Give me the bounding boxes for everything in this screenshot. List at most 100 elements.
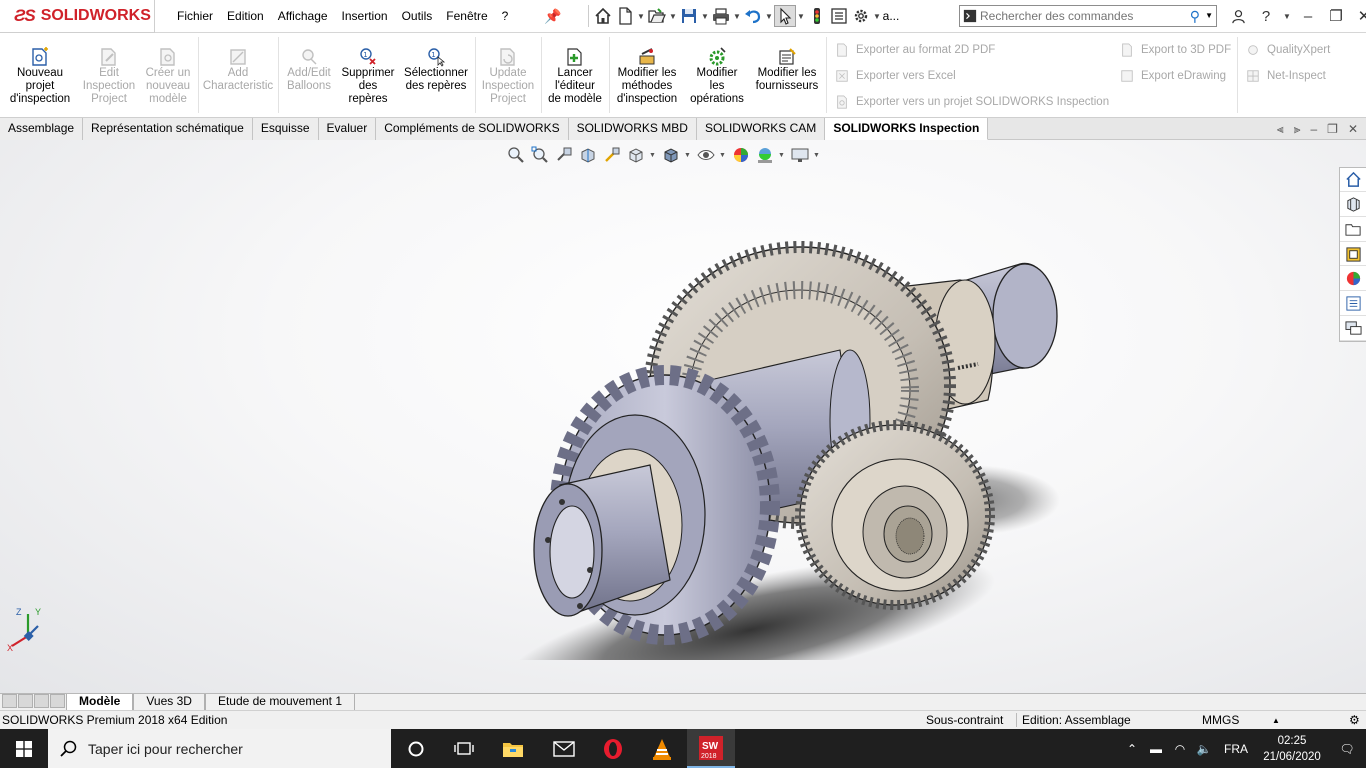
design-library-icon[interactable] xyxy=(1340,193,1366,217)
menu-fenetre[interactable]: Fenêtre xyxy=(439,0,494,33)
home-icon[interactable] xyxy=(592,5,614,27)
view-orientation-icon[interactable] xyxy=(625,145,647,165)
chevron-down-icon[interactable]: ▼ xyxy=(1205,11,1213,20)
opera-browser-icon[interactable] xyxy=(589,729,637,768)
chevron-down-icon[interactable]: ▼ xyxy=(872,12,882,21)
menu-outils[interactable]: Outils xyxy=(395,0,440,33)
edit-inspection-project-button[interactable]: Edit Inspection Project xyxy=(78,46,140,106)
file-properties-icon[interactable] xyxy=(828,5,850,27)
chevron-down-icon[interactable]: ▼ xyxy=(684,152,693,159)
minimize-icon[interactable]: – xyxy=(1310,122,1317,137)
add-edit-balloons-button[interactable]: Add/Edit Balloons xyxy=(280,46,338,93)
notifications-icon[interactable]: 🗨 xyxy=(1328,742,1366,756)
apply-scene-icon[interactable] xyxy=(754,145,776,165)
chevron-down-icon[interactable]: ▼ xyxy=(719,152,728,159)
search-input[interactable] xyxy=(980,9,1180,23)
tab-complements[interactable]: Compléments de SOLIDWORKS xyxy=(376,118,569,140)
command-search[interactable]: ⚲ ▼ xyxy=(959,5,1217,27)
search-icon[interactable]: ⚲ xyxy=(1190,8,1200,25)
create-new-template-button[interactable]: Créer un nouveau modèle xyxy=(140,46,196,106)
view-palette-icon[interactable] xyxy=(1340,243,1366,267)
chevron-down-icon[interactable]: ▼ xyxy=(796,12,806,21)
tab-representation-schematique[interactable]: Représentation schématique xyxy=(83,118,253,140)
scroll-first-button[interactable] xyxy=(2,694,17,708)
taskbar-search[interactable]: Taper ici pour rechercher xyxy=(48,729,391,768)
chevron-down-icon[interactable]: ▼ xyxy=(636,12,646,21)
export-2d-pdf-button[interactable]: Exporter au format 2D PDF xyxy=(834,42,995,58)
close-icon[interactable]: ✕ xyxy=(1352,4,1366,28)
restore-icon[interactable]: ❐ xyxy=(1324,4,1348,28)
tab-motion-study[interactable]: Etude de mouvement 1 xyxy=(204,693,356,711)
edit-operations-button[interactable]: Modifier les opérations xyxy=(686,46,748,106)
vlc-icon[interactable] xyxy=(638,729,686,768)
print-icon[interactable] xyxy=(710,5,732,27)
add-characteristic-button[interactable]: Add Characteristic xyxy=(200,46,276,93)
dynamic-annotation-icon[interactable] xyxy=(601,145,623,165)
gear-icon[interactable] xyxy=(850,5,872,27)
help-icon[interactable]: ? xyxy=(1254,4,1278,28)
chevron-down-icon[interactable]: ▼ xyxy=(668,12,678,21)
chevron-down-icon[interactable]: ▼ xyxy=(700,12,710,21)
menu-fichier[interactable]: Fichier xyxy=(170,0,220,33)
export-inspection-project-button[interactable]: Exporter vers un projet SOLIDWORKS Inspe… xyxy=(834,94,1109,110)
zoom-to-fit-icon[interactable] xyxy=(505,145,527,165)
launch-template-editor-button[interactable]: Lancer l'éditeur de modèle xyxy=(543,46,607,106)
rebuild-traffic-light-icon[interactable] xyxy=(806,5,828,27)
open-folder-icon[interactable] xyxy=(646,5,668,27)
save-icon[interactable] xyxy=(678,5,700,27)
export-excel-button[interactable]: Exporter vers Excel xyxy=(834,68,956,84)
tile-left-icon[interactable]: ⫷ xyxy=(1277,122,1284,137)
section-view-icon[interactable] xyxy=(577,145,599,165)
minimize-icon[interactable]: – xyxy=(1296,4,1320,28)
solidworks-logo[interactable]: ƧS SOLIDWORKS xyxy=(0,0,155,33)
export-3d-pdf-button[interactable]: Export to 3D PDF xyxy=(1119,42,1231,58)
file-explorer-icon[interactable] xyxy=(1340,218,1366,242)
clock[interactable]: 02:25 21/06/2020 xyxy=(1256,733,1328,765)
user-icon[interactable] xyxy=(1226,4,1250,28)
undo-icon[interactable] xyxy=(742,5,764,27)
chevron-down-icon[interactable]: ▼ xyxy=(649,152,658,159)
tab-vues-3d[interactable]: Vues 3D xyxy=(133,693,205,711)
menu-edition[interactable]: Edition xyxy=(220,0,271,33)
overflow-text[interactable]: a... xyxy=(882,5,900,27)
zoom-area-icon[interactable] xyxy=(529,145,551,165)
delete-balloons-button[interactable]: 1 Supprimer des repères xyxy=(338,46,398,106)
menu-insertion[interactable]: Insertion xyxy=(335,0,395,33)
tile-right-icon[interactable]: ⫸ xyxy=(1294,122,1301,137)
export-edrawing-button[interactable]: Export eDrawing xyxy=(1119,68,1226,84)
tab-solidworks-cam[interactable]: SOLIDWORKS CAM xyxy=(696,118,826,140)
scroll-prev-button[interactable] xyxy=(18,694,33,708)
display-style-icon[interactable] xyxy=(660,145,682,165)
cortana-icon[interactable] xyxy=(392,729,440,768)
qualityxpert-button[interactable]: QualityXpert xyxy=(1245,42,1330,58)
chevron-up-icon[interactable]: ⌃ xyxy=(1120,742,1144,756)
menu-help[interactable]: ? xyxy=(495,0,516,33)
pin-icon[interactable]: 📌 xyxy=(544,8,561,25)
edit-inspection-methods-button[interactable]: Modifier les méthodes d'inspection xyxy=(611,46,683,106)
hide-show-items-icon[interactable] xyxy=(695,145,717,165)
tab-solidworks-mbd[interactable]: SOLIDWORKS MBD xyxy=(568,118,697,140)
solidworks-resources-home-icon[interactable] xyxy=(1340,168,1366,192)
network-icon[interactable]: ▬ xyxy=(1144,742,1168,756)
tab-solidworks-inspection[interactable]: SOLIDWORKS Inspection xyxy=(825,118,989,140)
volume-icon[interactable]: 🔈 xyxy=(1192,742,1216,756)
wifi-icon[interactable]: ◠ xyxy=(1168,742,1192,756)
close-icon[interactable]: ✕ xyxy=(1348,122,1358,137)
units-selector[interactable]: MMGS xyxy=(1202,713,1239,727)
select-cursor-icon[interactable] xyxy=(774,5,796,27)
solidworks-taskbar-icon[interactable]: SW 2018 xyxy=(687,729,735,768)
graphics-area[interactable]: ▼ ▼ ▼ ▼ ▼ X Y Z xyxy=(0,140,1366,693)
scroll-next-button[interactable] xyxy=(34,694,49,708)
restore-icon[interactable]: ❐ xyxy=(1327,122,1338,137)
chevron-up-icon[interactable]: ▲ xyxy=(1272,716,1280,725)
tab-modele[interactable]: Modèle xyxy=(66,693,134,711)
chevron-down-icon[interactable]: ▼ xyxy=(813,152,822,159)
file-explorer-icon[interactable] xyxy=(489,729,537,768)
chevron-down-icon[interactable]: ▼ xyxy=(764,12,774,21)
tab-evaluer[interactable]: Evaluer xyxy=(318,118,377,140)
tab-assemblage[interactable]: Assemblage xyxy=(0,118,84,140)
mail-icon[interactable] xyxy=(540,729,588,768)
edit-suppliers-button[interactable]: Modifier les fournisseurs xyxy=(750,46,824,93)
differential-gear-assembly[interactable] xyxy=(500,240,1080,660)
chevron-down-icon[interactable]: ▼ xyxy=(732,12,742,21)
